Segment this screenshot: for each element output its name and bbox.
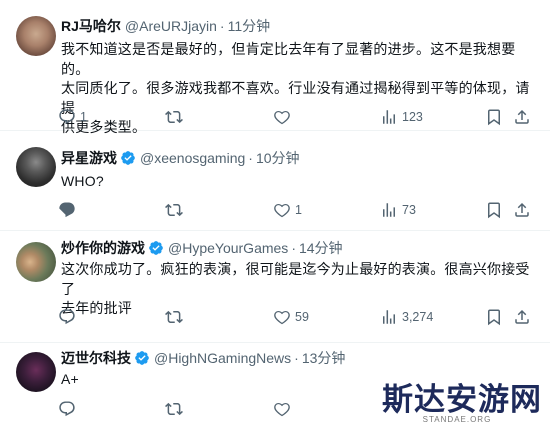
avatar[interactable] [16, 16, 56, 56]
watermark-title: 斯达安游网 [382, 382, 542, 417]
heart-icon [274, 402, 290, 417]
share-icon [515, 202, 529, 217]
tweet-text-line: 这次你成功了。疯狂的表演，很可能是迄今为止最好的表演。很高兴你接受了 [61, 261, 530, 297]
reply-button[interactable] [58, 305, 80, 329]
like-button[interactable] [273, 397, 291, 421]
retweet-button[interactable] [165, 198, 183, 222]
verified-badge-icon [149, 241, 163, 255]
heart-icon [274, 203, 290, 218]
views-button[interactable]: 123 [380, 105, 423, 129]
tweet-header: 迈世尔科技 @HighNGamingNews · 13分钟 [61, 348, 345, 368]
separator-dot: · [219, 18, 225, 34]
views-count: 3,274 [402, 310, 434, 324]
reply-count: 1 [80, 110, 87, 124]
reply-icon [59, 202, 75, 218]
author-name[interactable]: 炒作你的游戏 [61, 238, 145, 258]
timestamp[interactable]: 10分钟 [256, 148, 300, 168]
author-name[interactable]: 迈世尔科技 [61, 348, 131, 368]
like-button[interactable]: 59 [273, 305, 309, 329]
bookmark-icon [488, 202, 500, 219]
retweet-icon [165, 402, 183, 416]
bookmark-icon [488, 309, 500, 326]
reply-button[interactable]: 1 [58, 105, 87, 129]
retweet-button[interactable] [165, 397, 183, 421]
share-icon [515, 109, 529, 124]
retweet-icon [165, 203, 183, 217]
retweet-button[interactable] [165, 105, 183, 129]
author-handle[interactable]: @HypeYourGames [168, 240, 288, 256]
avatar[interactable] [16, 352, 56, 392]
views-button[interactable]: 73 [380, 198, 416, 222]
reply-button[interactable] [58, 397, 76, 421]
views-button[interactable]: 3,274 [380, 305, 433, 329]
separator-dot: · [248, 150, 253, 166]
retweet-icon [165, 110, 183, 124]
reply-icon [59, 309, 75, 325]
author-name[interactable]: 异星游戏 [61, 148, 117, 168]
tweet-text-line: WHO? [61, 173, 104, 189]
author-handle[interactable]: @AreURJjayin [125, 18, 217, 34]
author-handle[interactable]: @xeenosgaming [140, 150, 245, 166]
views-count: 123 [402, 110, 423, 124]
tweet-header: RJ马哈尔 @AreURJjayin · 11分钟 [61, 16, 270, 36]
tweet-header: 炒作你的游戏 @HypeYourGames · 14分钟 [61, 238, 343, 258]
action-bar: 59 3,274 [53, 305, 533, 329]
separator-dot: · [294, 350, 299, 366]
share-button[interactable] [513, 305, 531, 329]
analytics-icon [383, 203, 395, 217]
tweet-header: 异星游戏 @xeenosgaming · 10分钟 [61, 148, 300, 168]
timestamp[interactable]: 11分钟 [228, 16, 271, 36]
like-count: 59 [295, 310, 309, 324]
tweet-text: WHO? [61, 172, 531, 192]
reply-icon [59, 109, 75, 125]
heart-icon [274, 310, 290, 325]
share-button[interactable] [513, 105, 531, 129]
tweet-text-line: 我不知道这是否是最好的，但肯定比去年有了显著的进步。这不是我想要的。 [61, 41, 516, 77]
author-handle[interactable]: @HighNGamingNews [154, 350, 291, 366]
reply-icon [59, 401, 75, 417]
like-button[interactable] [273, 105, 295, 129]
bookmark-icon [488, 109, 500, 126]
action-bar: 1 123 [53, 105, 533, 129]
watermark: 斯达安游网 STANDAE.ORG [382, 382, 542, 425]
verified-badge-icon [135, 351, 149, 365]
tweet-1[interactable]: RJ马哈尔 @AreURJjayin · 11分钟 我不知道这是否是最好的，但肯… [0, 0, 550, 135]
analytics-icon [383, 110, 395, 124]
timestamp[interactable]: 14分钟 [299, 238, 343, 258]
like-button[interactable]: 1 [273, 198, 302, 222]
share-button[interactable] [513, 198, 531, 222]
share-icon [515, 309, 529, 324]
separator-dot: · [291, 240, 296, 256]
heart-icon [274, 110, 290, 125]
verified-badge-icon [121, 151, 135, 165]
bookmark-button[interactable] [485, 105, 503, 129]
reply-button[interactable] [58, 198, 80, 222]
retweet-button[interactable] [165, 305, 183, 329]
tweet-3[interactable]: 炒作你的游戏 @HypeYourGames · 14分钟 这次你成功了。疯狂的表… [0, 230, 550, 343]
retweet-icon [165, 310, 183, 324]
author-name[interactable]: RJ马哈尔 [61, 16, 121, 36]
action-bar: 1 73 [53, 198, 533, 222]
bookmark-button[interactable] [485, 305, 503, 329]
analytics-icon [383, 310, 395, 324]
timestamp[interactable]: 13分钟 [302, 348, 346, 368]
like-count: 1 [295, 203, 302, 217]
bookmark-button[interactable] [485, 198, 503, 222]
tweet-2[interactable]: 异星游戏 @xeenosgaming · 10分钟 WHO? 1 73 [0, 130, 550, 231]
avatar[interactable] [16, 242, 56, 282]
views-count: 73 [402, 203, 416, 217]
avatar[interactable] [16, 147, 56, 187]
